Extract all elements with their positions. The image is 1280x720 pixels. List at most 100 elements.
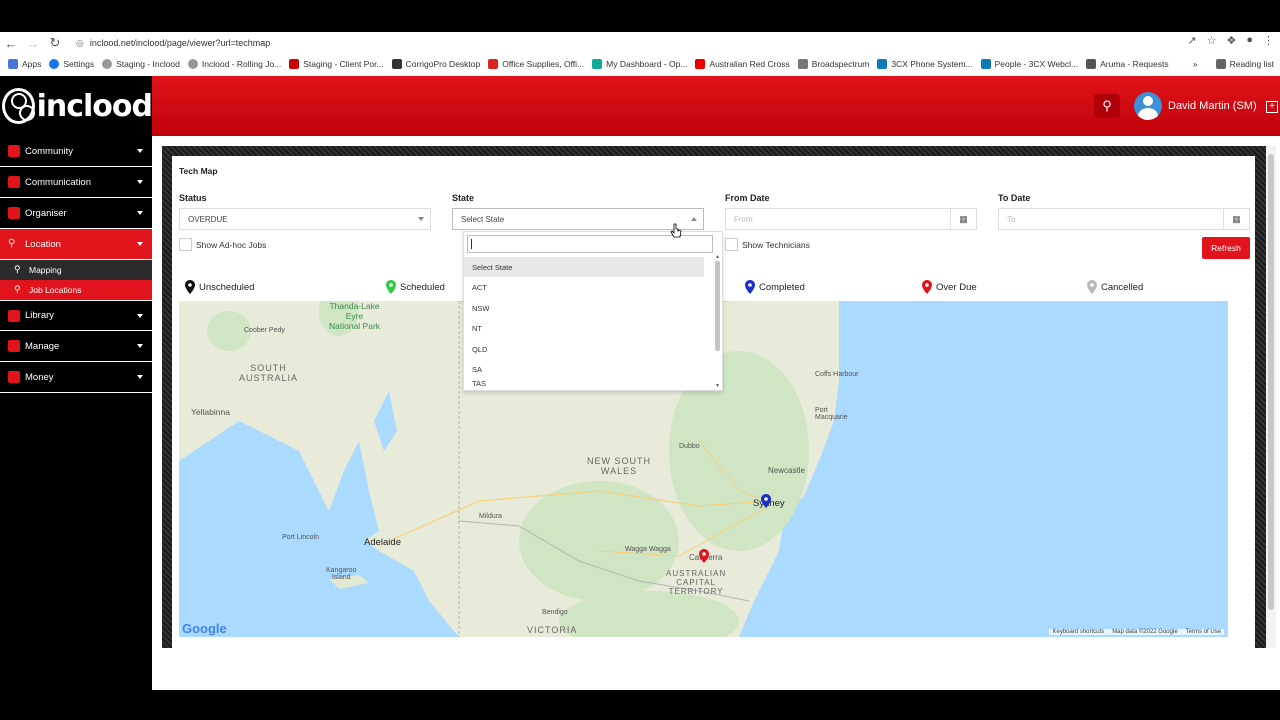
map-label-kangaroo-island: Kangaroo Island <box>326 567 357 581</box>
page-title: Tech Map <box>179 166 218 176</box>
checkbox[interactable] <box>725 238 738 251</box>
refresh-button[interactable]: Refresh <box>1202 237 1250 259</box>
state-select[interactable]: Select State <box>452 208 704 230</box>
state-option[interactable]: TAS <box>464 379 704 391</box>
keyboard-shortcuts-link[interactable]: Keyboard shortcuts <box>1052 629 1104 635</box>
map-pin-icon <box>1087 280 1097 294</box>
map-label-port-macquarie: Port Macquarie <box>815 407 848 421</box>
menu-icon[interactable]: ⋮ <box>1263 34 1274 47</box>
cross-icon <box>695 59 706 69</box>
scroll-up-icon[interactable]: ▲ <box>715 254 720 260</box>
money-icon <box>8 371 20 383</box>
from-date-input[interactable]: From ▦ <box>725 208 977 230</box>
state-option[interactable]: Select State <box>464 257 704 277</box>
calendar-icon[interactable]: ▦ <box>1223 209 1249 229</box>
share-icon[interactable]: ↗ <box>1187 34 1196 47</box>
dropdown-scrollbar[interactable] <box>715 261 720 351</box>
bookmark-office[interactable]: Office Supplies, Offi... <box>488 59 584 69</box>
library-icon <box>8 309 20 322</box>
map-label-newcastle: Newcastle <box>768 466 805 475</box>
bookmark-dashboard[interactable]: My Dashboard - Op... <box>592 59 687 69</box>
forward-icon[interactable]: → <box>22 33 44 53</box>
bookmark-settings[interactable]: Settings <box>49 59 94 69</box>
text-cursor <box>471 239 472 249</box>
sidebar-item-community[interactable]: Community <box>0 136 152 167</box>
map-credits: Keyboard shortcuts Map data ©2022 Google… <box>1049 629 1224 635</box>
map-data-text: Map data ©2022 Google <box>1112 629 1178 635</box>
scroll-down-icon[interactable]: ▼ <box>715 383 720 389</box>
map-label-nsw: NEW SOUTH WALES <box>587 456 651 476</box>
bookmark-people[interactable]: People - 3CX Webcl... <box>980 59 1078 69</box>
chevron-down-icon <box>418 217 424 221</box>
terms-link[interactable]: Terms of Use <box>1186 629 1221 635</box>
bookmark-redcross[interactable]: Australian Red Cross <box>695 59 790 69</box>
map-label-port-lincoln: Port Lincoln <box>282 534 319 541</box>
bookmark-broadspectrum[interactable]: Broadspectrum <box>797 59 869 69</box>
map-label-mildura: Mildura <box>479 513 502 520</box>
bookmark-apps[interactable]: Apps <box>8 59 41 69</box>
scrollbar-thumb[interactable] <box>1268 154 1274 610</box>
site-icon <box>877 59 888 69</box>
sidebar-subitem-job-locations[interactable]: ⚲ Job Locations <box>0 280 152 300</box>
user-name[interactable]: David Martin (SM) <box>1168 100 1257 112</box>
map-pin-icon: ⚲ <box>8 238 16 249</box>
screen-bottom-border <box>0 690 1280 720</box>
expand-icon[interactable]: + <box>1266 101 1278 113</box>
checkbox[interactable] <box>179 238 192 251</box>
mouse-pointer-icon <box>670 223 682 238</box>
overdue-job-marker[interactable] <box>699 548 709 564</box>
sidebar-subitem-mapping[interactable]: ⚲ Mapping <box>0 260 152 280</box>
sidebar-item-money[interactable]: Money <box>0 362 152 393</box>
bookmark-staging[interactable]: Staging - Inclood <box>102 59 180 69</box>
content-frame: Tech Map Status OVERDUE State Select Sta… <box>162 146 1267 648</box>
sidebar-item-organiser[interactable]: Organiser <box>0 198 152 229</box>
site-icon <box>980 59 991 69</box>
profile-icon[interactable]: ● <box>1246 34 1253 47</box>
bookmark-rolling[interactable]: Inclood - Rolling Jo... <box>187 59 281 69</box>
map-label-bendigo: Bendigo <box>542 609 568 616</box>
state-option[interactable]: QLD <box>464 339 704 359</box>
bookmark-client-portal[interactable]: Staging - Client Por... <box>289 59 384 69</box>
bookmark-aruma[interactable]: Aruma - Requests <box>1086 59 1169 69</box>
sidebar-item-manage[interactable]: Manage <box>0 331 152 362</box>
avatar[interactable] <box>1134 92 1162 120</box>
state-option[interactable]: NSW <box>464 298 704 318</box>
adhoc-checkbox[interactable]: Show Ad-hoc Jobs <box>179 238 266 251</box>
main-content: Tech Map Status OVERDUE State Select Sta… <box>152 136 1280 690</box>
map-pin-icon <box>185 280 195 294</box>
sidebar-item-communication[interactable]: Communication <box>0 167 152 198</box>
site-icon <box>289 59 300 69</box>
calendar-icon[interactable]: ▦ <box>950 209 976 229</box>
page-scrollbar[interactable] <box>1266 146 1276 648</box>
logo-mark-icon <box>2 88 35 124</box>
technicians-checkbox[interactable]: Show Technicians <box>725 238 810 251</box>
chevron-down-icon <box>137 149 143 153</box>
bookmark-corrigo[interactable]: CorrigoPro Desktop <box>391 59 480 69</box>
status-select[interactable]: OVERDUE <box>179 208 431 230</box>
address-bar[interactable]: ◎ inclood.net/inclood/page/viewer?url=te… <box>76 35 1166 51</box>
chevron-up-icon <box>691 217 697 221</box>
from-date-label: From Date <box>725 193 770 203</box>
reload-icon[interactable]: ↻ <box>44 33 66 53</box>
extensions-icon[interactable]: ❖ <box>1226 34 1236 47</box>
reading-list[interactable]: Reading list <box>1215 59 1274 69</box>
sidebar: Community Communication Organiser ⚲ Locat… <box>0 136 152 690</box>
sidebar-item-library[interactable]: Library <box>0 300 152 331</box>
back-icon[interactable]: ← <box>0 33 22 53</box>
tech-map-panel: Tech Map Status OVERDUE State Select Sta… <box>172 156 1255 648</box>
state-option[interactable]: NT <box>464 318 704 338</box>
state-option[interactable]: ACT <box>464 277 704 297</box>
bookmark-3cx[interactable]: 3CX Phone System... <box>877 59 973 69</box>
star-icon[interactable]: ☆ <box>1207 34 1217 47</box>
logo[interactable]: inclood <box>0 76 153 136</box>
sidebar-item-location[interactable]: ⚲ Location <box>0 229 152 260</box>
map-pin-icon: ⚲ <box>14 264 21 274</box>
to-date-input[interactable]: To ▦ <box>998 208 1250 230</box>
search-icon[interactable]: ⚲ <box>1094 94 1120 118</box>
completed-job-marker[interactable] <box>761 493 771 509</box>
chevron-down-icon <box>137 180 143 184</box>
state-option[interactable]: SA <box>464 359 704 379</box>
apps-icon <box>8 59 18 69</box>
map-pin-icon <box>745 280 755 294</box>
more-bookmarks-icon[interactable]: » <box>1193 59 1198 69</box>
